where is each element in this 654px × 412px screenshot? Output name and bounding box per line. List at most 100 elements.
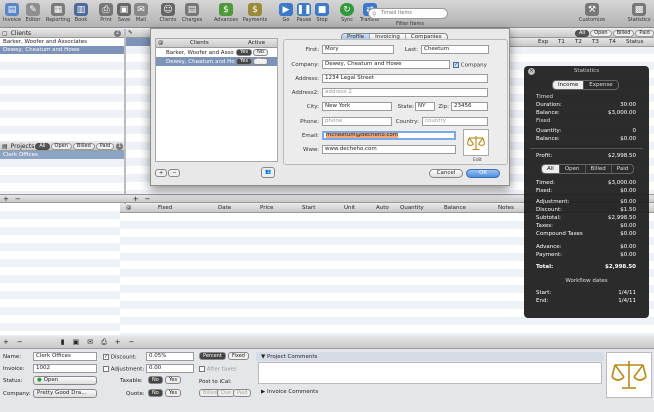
charges-button[interactable]: ▤ Charges: [180, 3, 204, 23]
print-doc-icon[interactable]: ⎙: [101, 338, 107, 347]
www-field[interactable]: www.decheho.com: [322, 145, 456, 154]
quote-no[interactable]: No: [148, 389, 163, 397]
add-client-button[interactable]: +: [155, 169, 168, 177]
clients-button[interactable]: ☺ Clients: [156, 3, 180, 23]
mail-doc-icon[interactable]: ✉: [87, 338, 93, 346]
filter-all[interactable]: All: [575, 30, 590, 37]
add-project-icon[interactable]: +: [3, 195, 9, 203]
last-name-field[interactable]: Cheetum: [421, 45, 489, 54]
payments-button[interactable]: $ Payments: [243, 3, 267, 23]
projects-filter-all[interactable]: All: [35, 142, 50, 150]
country-field[interactable]: country: [422, 117, 488, 126]
remove-icon[interactable]: −: [17, 338, 23, 346]
percent-toggle[interactable]: Percent: [199, 352, 226, 360]
address-field[interactable]: 1234 Legal Street: [322, 74, 488, 83]
search-input[interactable]: ⚲ Timed Items: [368, 8, 448, 19]
first-name-field[interactable]: Mory: [322, 45, 394, 54]
book-button[interactable]: ▥ Book: [69, 3, 93, 23]
add-item-icon[interactable]: +: [133, 195, 139, 203]
fixed-toggle[interactable]: Fixed: [228, 352, 249, 360]
col-t3[interactable]: T3: [592, 38, 599, 47]
discount-checkbox[interactable]: ✓ Discount:: [103, 354, 137, 361]
col-date[interactable]: Date: [218, 204, 231, 213]
stats-filter-paid[interactable]: Paid: [612, 165, 633, 173]
company-field[interactable]: Dewey, Cheatum and Howe: [322, 60, 450, 69]
project-comments-field[interactable]: [258, 362, 602, 384]
quote-yes[interactable]: Yes: [165, 389, 182, 397]
filter-paid[interactable]: Paid: [635, 30, 654, 37]
statistics-button[interactable]: ▩ Statistics: [625, 3, 653, 23]
taxable-no[interactable]: No: [148, 376, 163, 384]
stop-button[interactable]: ■ Stop: [310, 3, 334, 23]
filter-open[interactable]: Open: [590, 30, 612, 37]
col-unit[interactable]: Unit: [344, 204, 355, 213]
discount-field[interactable]: 0.05%: [146, 352, 194, 361]
add-line-icon[interactable]: +: [115, 338, 121, 346]
dialog-col-active[interactable]: Active: [248, 39, 265, 48]
col-exp[interactable]: Exp: [538, 38, 548, 47]
col-t2[interactable]: T2: [575, 38, 582, 47]
col-quantity[interactable]: Quantity: [400, 204, 424, 213]
address2-field[interactable]: address 2: [322, 88, 488, 97]
col-t1[interactable]: T1: [558, 38, 565, 47]
active-no[interactable]: No: [253, 58, 268, 65]
col-start[interactable]: Start: [302, 204, 315, 213]
add-icon[interactable]: +: [3, 338, 9, 346]
col-auto[interactable]: Auto: [376, 204, 389, 213]
client-logo-well[interactable]: [463, 129, 489, 156]
col-status[interactable]: Status: [626, 38, 644, 47]
name-field[interactable]: Clerk Offices: [33, 352, 97, 361]
advances-button[interactable]: $ Advances: [214, 3, 238, 23]
mail-button[interactable]: ✉ Mail: [129, 3, 153, 23]
active-yes[interactable]: Yes: [236, 58, 253, 65]
stats-filter-billed[interactable]: Billed: [586, 165, 612, 173]
dialog-client-row-selected[interactable]: Dewey, Cheatum and Ho Yes No: [156, 57, 277, 66]
col-price[interactable]: Price: [260, 204, 273, 213]
remove-line-icon[interactable]: −: [129, 338, 135, 346]
tab-expense[interactable]: Expense: [584, 81, 617, 89]
project-comments-toggle[interactable]: ▼ Project Comments: [261, 354, 317, 360]
active-no[interactable]: No: [253, 49, 268, 56]
email-field[interactable]: mcheetum@decheho.com: [322, 131, 456, 140]
invoice-comments-toggle[interactable]: ▶ Invoice Comments: [261, 389, 318, 395]
projects-filter-billed[interactable]: Billed: [72, 142, 95, 150]
dialog-client-row[interactable]: Barker, Woofer and Asso Yes No: [156, 48, 277, 57]
cancel-button[interactable]: Cancel: [429, 169, 463, 178]
remove-project-icon[interactable]: −: [15, 195, 21, 203]
reporting-button[interactable]: ▦ Reporting: [46, 3, 70, 23]
save-doc-icon[interactable]: ▣: [73, 338, 80, 346]
projects-filter-open[interactable]: Open: [50, 142, 72, 150]
adjustment-field[interactable]: 0.00: [146, 364, 194, 373]
stats-filter-open[interactable]: Open: [560, 165, 586, 173]
state-field[interactable]: NY: [415, 102, 435, 111]
col-balance[interactable]: Balance: [444, 204, 466, 213]
taxable-yes[interactable]: Yes: [165, 376, 182, 384]
sync-button[interactable]: ↻ Sync: [335, 3, 359, 23]
company-checkbox[interactable]: ✓ Company: [453, 62, 487, 69]
col-notes[interactable]: Notes: [498, 204, 514, 213]
tab-income[interactable]: Income: [553, 81, 585, 89]
post-paid-button[interactable]: Paid: [233, 389, 252, 397]
editor-button[interactable]: ✎ Editor: [21, 3, 45, 23]
contacts-button[interactable]: 👥: [261, 167, 276, 178]
projects-filter-paid[interactable]: Paid: [95, 142, 115, 150]
col-attach[interactable]: @: [126, 204, 132, 213]
invoice-doc-icon[interactable]: ▮: [61, 338, 65, 346]
edit-logo-label[interactable]: Edit: [473, 158, 482, 163]
company-logo[interactable]: [606, 352, 652, 398]
client-row[interactable]: Barker, Woofer and Associates: [0, 38, 124, 46]
after-taxes-checkbox[interactable]: After taxes: [199, 366, 237, 373]
remove-client-button[interactable]: −: [168, 169, 181, 177]
dialog-col-clients[interactable]: Clients: [190, 39, 209, 48]
company-popup[interactable]: Pretty Good Dra...: [33, 389, 97, 398]
adjustment-checkbox[interactable]: Adjustment:: [103, 366, 144, 373]
invoice-field[interactable]: 1002: [33, 364, 97, 373]
ok-button[interactable]: OK: [466, 169, 500, 178]
col-t4[interactable]: T4: [609, 38, 616, 47]
city-field[interactable]: New York: [322, 102, 392, 111]
project-row-selected[interactable]: Clerk Offices: [0, 151, 124, 159]
phone-field[interactable]: phone: [322, 117, 392, 126]
client-row-selected[interactable]: Dewey, Cheatum and Howe: [0, 46, 124, 54]
customize-button[interactable]: ⚒ Customize: [577, 3, 607, 23]
status-popup[interactable]: ● Open: [33, 376, 97, 385]
